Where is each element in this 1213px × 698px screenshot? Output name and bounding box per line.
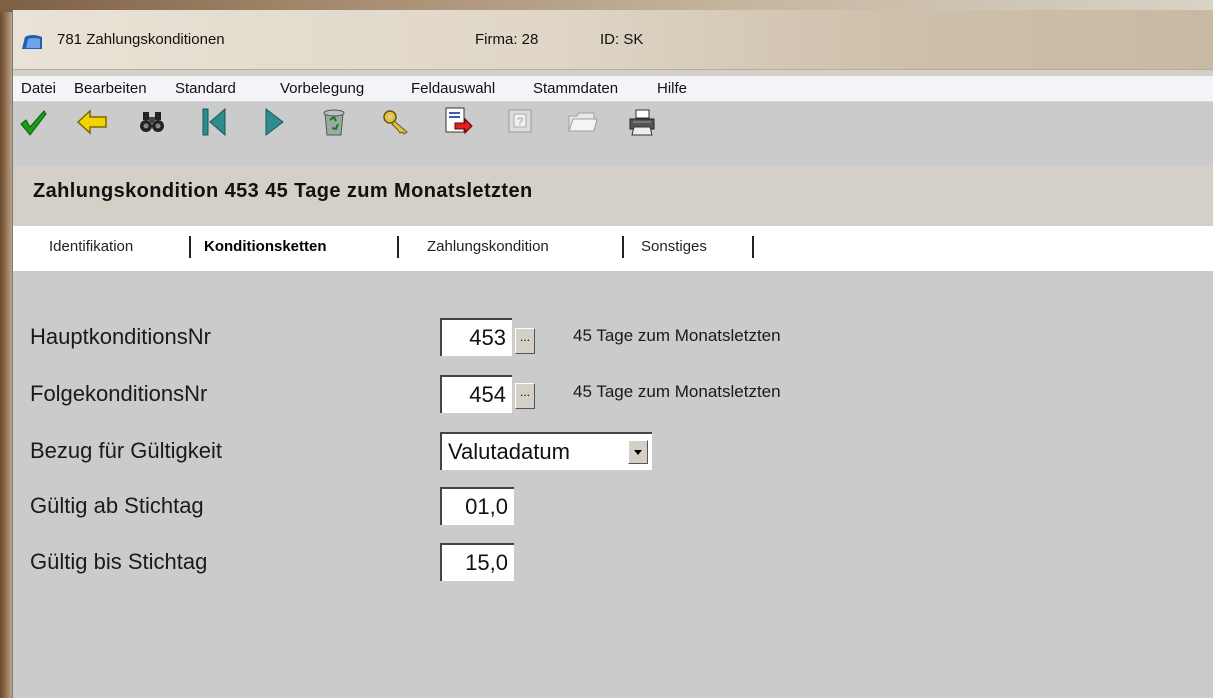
key-button[interactable] (379, 106, 413, 138)
tab-zahlungskondition[interactable]: Zahlungskondition (427, 238, 549, 255)
open-folder-button[interactable] (565, 106, 599, 138)
next-record-icon (265, 107, 284, 137)
menu-hilfe[interactable]: Hilfe (657, 80, 687, 97)
search-button[interactable] (135, 106, 169, 138)
tab-separator (189, 236, 191, 258)
gueltig-bis-input[interactable]: 15,0 (440, 543, 514, 581)
tab-separator (752, 236, 754, 258)
gueltig-bis-label: Gültig bis Stichtag (30, 549, 208, 574)
title-bar[interactable]: 781 Zahlungskonditionen Firma: 28 ID: SK (13, 10, 1213, 70)
recycle-bin-icon (323, 109, 345, 136)
menu-feldauswahl[interactable]: Feldauswahl (411, 80, 495, 97)
key-icon (383, 110, 408, 135)
hauptkondition-description: 45 Tage zum Monatsletzten (573, 326, 781, 345)
tab-separator (622, 236, 624, 258)
menu-datei[interactable]: Datei (21, 80, 56, 97)
folgekondition-description: 45 Tage zum Monatsletzten (573, 382, 781, 401)
svg-text:?: ? (517, 116, 523, 128)
menu-standard[interactable]: Standard (175, 80, 236, 97)
tab-identifikation[interactable]: Identifikation (49, 238, 133, 255)
export-button[interactable] (441, 106, 475, 138)
tab-separator (397, 236, 399, 258)
window-title: 781 Zahlungskonditionen (57, 31, 225, 48)
hauptkonditionsnr-input[interactable]: 453 (440, 318, 512, 356)
app-icon (22, 35, 42, 49)
printer-icon (629, 109, 655, 136)
delete-button[interactable] (317, 106, 351, 138)
print-button[interactable] (625, 106, 659, 138)
help-button[interactable]: ? (503, 106, 537, 138)
app-window: 781 Zahlungskonditionen Firma: 28 ID: SK… (12, 10, 1213, 698)
toolbar: ? (13, 102, 1213, 166)
folder-icon (568, 112, 598, 132)
tab-sonstiges[interactable]: Sonstiges (641, 238, 707, 255)
desktop-background-left (0, 0, 12, 698)
form-title: Zahlungskondition 453 45 Tage zum Monats… (33, 180, 533, 202)
bezug-gueltigkeit-label: Bezug für Gültigkeit (30, 438, 222, 463)
folgekondition-browse-button[interactable]: ... (515, 383, 535, 409)
menu-bar: Datei Bearbeiten Standard Vorbelegung Fe… (13, 76, 1213, 102)
menu-vorbelegung[interactable]: Vorbelegung (280, 80, 364, 97)
folgekonditionsnr-input[interactable]: 454 (440, 375, 512, 413)
help-icon: ? (508, 109, 532, 133)
chevron-down-icon (634, 450, 642, 455)
hauptkondition-browse-button[interactable]: ... (515, 328, 535, 354)
folgekonditionsnr-label: FolgekonditionsNr (30, 381, 208, 406)
back-button[interactable] (75, 106, 109, 138)
binoculars-icon (140, 112, 164, 132)
export-icon (445, 107, 473, 135)
checkmark-icon (20, 110, 47, 136)
save-button[interactable] (16, 106, 50, 138)
firma-label: Firma: 28 (475, 31, 539, 48)
bezug-selected-value: Valutadatum (448, 439, 570, 464)
user-id-label: ID: SK (600, 31, 644, 48)
first-record-button[interactable] (197, 106, 231, 138)
tab-konditionsketten[interactable]: Konditionsketten (204, 238, 327, 255)
menu-stammdaten[interactable]: Stammdaten (533, 80, 618, 97)
menu-bearbeiten[interactable]: Bearbeiten (74, 80, 147, 97)
hauptkonditionsnr-label: HauptkonditionsNr (30, 324, 211, 349)
bezug-gueltigkeit-select[interactable]: Valutadatum (440, 432, 652, 470)
tab-bar: Identifikation Konditionsketten Zahlungs… (13, 226, 1213, 271)
next-record-button[interactable] (257, 106, 291, 138)
form-content: HauptkonditionsNr 453 ... 45 Tage zum Mo… (13, 271, 1213, 698)
gueltig-ab-input[interactable]: 01,0 (440, 487, 514, 525)
dropdown-arrow-button[interactable] (628, 440, 648, 464)
first-record-icon (202, 107, 226, 137)
back-arrow-icon (76, 109, 107, 135)
gueltig-ab-label: Gültig ab Stichtag (30, 493, 204, 518)
